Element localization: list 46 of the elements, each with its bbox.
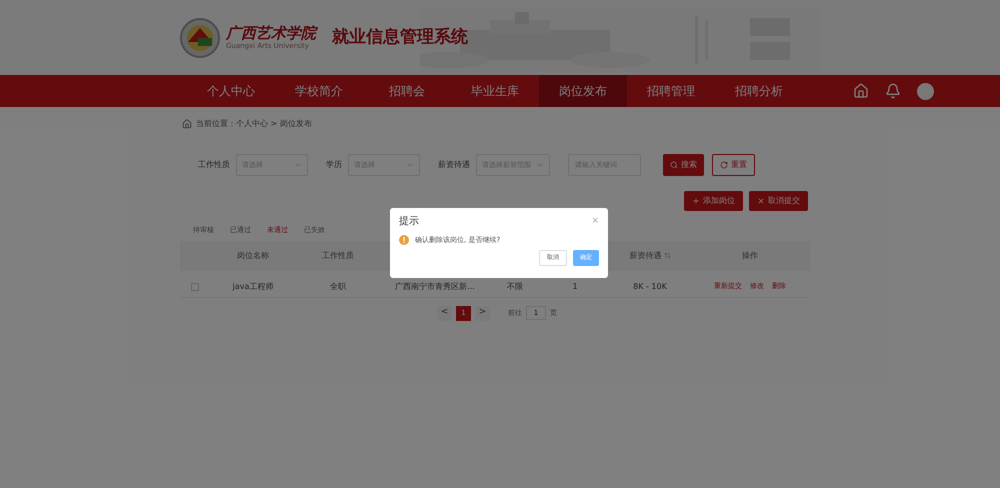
user-avatar[interactable] <box>917 82 934 100</box>
search-button[interactable]: 搜索 <box>663 154 704 176</box>
close-icon <box>757 197 765 205</box>
table-cell: java工程师 <box>232 280 274 292</box>
nav-item[interactable]: 学校简介 <box>275 75 363 107</box>
table-cell: 全职 <box>330 280 346 292</box>
breadcrumb: 当前位置：个人中心 > 岗位发布 <box>196 118 312 130</box>
column-header: 薪资待遇 <box>630 250 662 262</box>
next-page-button[interactable]: > <box>475 306 490 320</box>
nav-item[interactable]: 招聘会 <box>363 75 451 107</box>
notification-icon[interactable] <box>885 83 901 99</box>
action-button[interactable]: 取消提交 <box>749 191 808 211</box>
column-header: 工作性质 <box>322 250 354 262</box>
nav-item[interactable]: 招聘管理 <box>627 75 715 107</box>
table-cell: 不限 <box>507 280 523 292</box>
dropdown-caret-icon <box>406 161 414 169</box>
filter-label: 工作性质 <box>198 159 230 171</box>
column-header: 操作 <box>742 250 758 262</box>
filter-label: 学历 <box>326 159 342 171</box>
sort-icon[interactable] <box>664 252 670 259</box>
action-button[interactable]: 添加岗位 <box>684 191 743 211</box>
university-logo-icon <box>180 18 220 58</box>
table-cell: 广西南宁市青秀区新... <box>395 280 475 292</box>
reset-button[interactable]: 重置 <box>712 154 755 176</box>
nav-item[interactable]: 岗位发布 <box>539 75 627 107</box>
search-icon <box>670 161 678 169</box>
nav-item[interactable]: 招聘分析 <box>715 75 803 107</box>
breadcrumb-home-icon <box>182 119 192 129</box>
system-title: 就业信息管理系统 <box>332 26 468 49</box>
filter-label: 薪资待遇 <box>438 159 470 171</box>
close-button[interactable]: × <box>591 217 599 226</box>
nav-item[interactable]: 个人中心 <box>187 75 275 107</box>
nav-item[interactable]: 毕业生库 <box>451 75 539 107</box>
prev-page-button[interactable]: < <box>437 306 452 320</box>
dropdown-caret-icon <box>536 161 544 169</box>
table-cell: 8K - 10K <box>633 280 667 292</box>
table-cell: 1 <box>572 280 578 292</box>
plus-icon <box>692 197 700 205</box>
dropdown-caret-icon <box>294 161 302 169</box>
row-checkbox[interactable] <box>191 282 199 290</box>
home-icon[interactable] <box>853 83 869 99</box>
column-header: 岗位名称 <box>237 250 269 262</box>
school-name: 广西艺术学院 <box>226 24 316 42</box>
warning-icon <box>399 235 409 246</box>
refresh-icon <box>720 161 728 169</box>
dialog-title: 提示 <box>399 215 419 229</box>
